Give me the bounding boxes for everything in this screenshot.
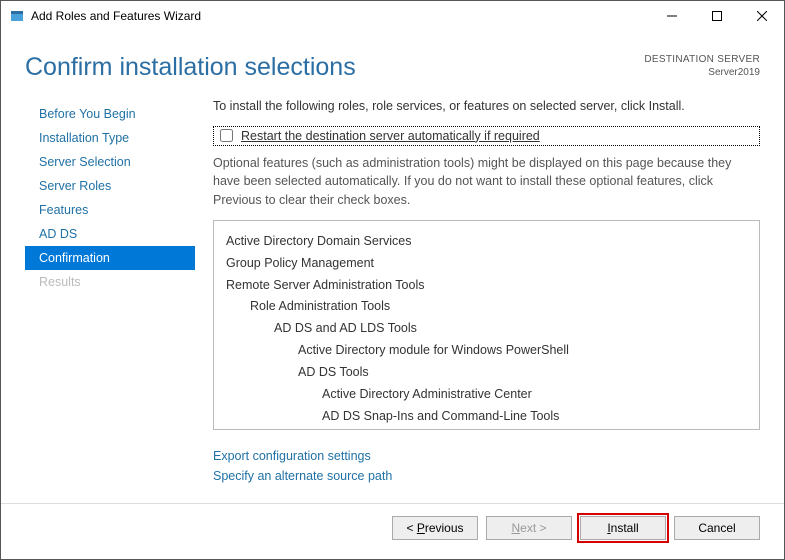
selection-item: AD DS Snap-Ins and Command-Line Tools bbox=[322, 406, 747, 428]
selection-item: AD DS and AD LDS Tools bbox=[274, 318, 747, 340]
optional-note: Optional features (such as administratio… bbox=[213, 154, 760, 210]
page-title: Confirm installation selections bbox=[25, 53, 644, 82]
header: Confirm installation selections DESTINAT… bbox=[1, 31, 784, 92]
next-button[interactable]: Next > bbox=[486, 516, 572, 540]
previous-button[interactable]: < Previous bbox=[392, 516, 478, 540]
sidebar-item-server-roles[interactable]: Server Roles bbox=[25, 174, 195, 198]
destination-block: DESTINATION SERVER Server2019 bbox=[644, 53, 760, 79]
sidebar-item-confirmation[interactable]: Confirmation bbox=[25, 246, 195, 270]
maximize-button[interactable] bbox=[694, 1, 739, 31]
restart-checkbox-label[interactable]: Restart the destination server automatic… bbox=[241, 129, 540, 143]
destination-server: Server2019 bbox=[644, 66, 760, 79]
close-button[interactable] bbox=[739, 1, 784, 31]
selections-list: Active Directory Domain ServicesGroup Po… bbox=[213, 220, 760, 430]
sidebar: Before You BeginInstallation TypeServer … bbox=[25, 92, 195, 497]
sidebar-item-ad-ds[interactable]: AD DS bbox=[25, 222, 195, 246]
sidebar-item-results: Results bbox=[25, 270, 195, 294]
footer: < Previous Next > Install Cancel bbox=[1, 503, 784, 551]
app-icon bbox=[9, 8, 25, 24]
selection-item: Active Directory Domain Services bbox=[226, 231, 747, 253]
selection-item: Role Administration Tools bbox=[250, 296, 747, 318]
destination-label: DESTINATION SERVER bbox=[644, 53, 760, 66]
selection-item: Active Directory Administrative Center bbox=[322, 384, 747, 406]
selection-item: Active Directory module for Windows Powe… bbox=[298, 340, 747, 362]
sidebar-item-before-you-begin[interactable]: Before You Begin bbox=[25, 102, 195, 126]
alt-source-link[interactable]: Specify an alternate source path bbox=[213, 466, 760, 486]
export-link[interactable]: Export configuration settings bbox=[213, 446, 760, 466]
sidebar-item-server-selection[interactable]: Server Selection bbox=[25, 150, 195, 174]
sidebar-item-installation-type[interactable]: Installation Type bbox=[25, 126, 195, 150]
cancel-button[interactable]: Cancel bbox=[674, 516, 760, 540]
links: Export configuration settings Specify an… bbox=[213, 446, 760, 486]
minimize-button[interactable] bbox=[649, 1, 694, 31]
selection-item: Group Policy Management bbox=[226, 253, 747, 275]
install-button[interactable]: Install bbox=[580, 516, 666, 540]
main-panel: To install the following roles, role ser… bbox=[195, 92, 760, 497]
sidebar-item-features[interactable]: Features bbox=[25, 198, 195, 222]
restart-row[interactable]: Restart the destination server automatic… bbox=[213, 126, 760, 146]
intro-text: To install the following roles, role ser… bbox=[213, 98, 760, 116]
window-title: Add Roles and Features Wizard bbox=[31, 9, 649, 23]
selection-item: Remote Server Administration Tools bbox=[226, 275, 747, 297]
selection-item: AD DS Tools bbox=[298, 362, 747, 384]
titlebar: Add Roles and Features Wizard bbox=[1, 1, 784, 31]
window-buttons bbox=[649, 1, 784, 31]
restart-checkbox[interactable] bbox=[220, 129, 233, 142]
